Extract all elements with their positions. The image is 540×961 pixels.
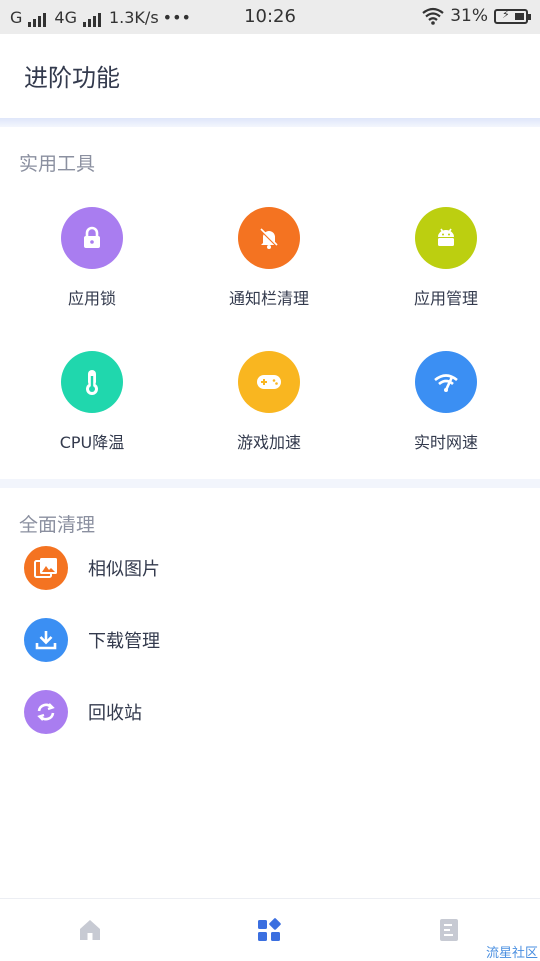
tool-notification-clean[interactable]: 通知栏清理 bbox=[189, 207, 349, 309]
status-bar: G 4G 1.3K/s ••• 10:26 31% ⚡ bbox=[0, 0, 540, 34]
section-title-tools: 实用工具 bbox=[19, 153, 96, 175]
tool-label: 通知栏清理 bbox=[228, 289, 309, 308]
section-title-clean: 全面清理 bbox=[19, 514, 96, 536]
section-divider bbox=[0, 479, 540, 488]
battery-percent: 31% bbox=[450, 6, 488, 26]
clean-item-label: 回收站 bbox=[88, 703, 142, 724]
status-right: 31% ⚡ bbox=[422, 6, 531, 26]
home-icon bbox=[80, 920, 100, 940]
document-icon bbox=[440, 919, 458, 941]
tool-label: 应用管理 bbox=[413, 289, 478, 308]
clean-item-recycle-bin[interactable]: 回收站 bbox=[24, 690, 142, 734]
thermometer-icon bbox=[61, 351, 123, 413]
clean-item-download-manage[interactable]: 下载管理 bbox=[24, 618, 160, 662]
watermark: 流星社区 bbox=[485, 946, 538, 961]
tool-label: 应用锁 bbox=[67, 289, 116, 308]
nav-home[interactable] bbox=[77, 917, 103, 943]
android-icon bbox=[415, 207, 477, 269]
clean-item-similar-images[interactable]: 相似图片 bbox=[24, 546, 160, 590]
tool-app-manage[interactable]: 应用管理 bbox=[366, 207, 526, 309]
clean-item-label: 相似图片 bbox=[88, 559, 160, 580]
wifi-speed-icon bbox=[415, 351, 477, 413]
page-title: 进阶功能 bbox=[24, 64, 120, 92]
tool-game-boost[interactable]: 游戏加速 bbox=[189, 351, 349, 453]
nav-document[interactable] bbox=[436, 917, 462, 943]
tool-realtime-speed[interactable]: 实时网速 bbox=[366, 351, 526, 453]
tool-label: CPU降温 bbox=[59, 433, 125, 452]
tools-grid: 应用锁 通知栏清理 应用管理 CPU降温 游戏加速 实时网速 bbox=[0, 179, 540, 479]
images-icon bbox=[24, 546, 68, 590]
gamepad-icon bbox=[238, 351, 300, 413]
grid-icon bbox=[258, 918, 281, 941]
tool-label: 实时网速 bbox=[413, 433, 478, 452]
header-divider bbox=[0, 118, 540, 127]
download-icon bbox=[24, 618, 68, 662]
recycle-icon bbox=[24, 690, 68, 734]
tool-app-lock[interactable]: 应用锁 bbox=[12, 207, 172, 309]
bell-off-icon bbox=[238, 207, 300, 269]
tool-cpu-cool[interactable]: CPU降温 bbox=[12, 351, 172, 453]
bottom-nav: 流星社区 bbox=[0, 898, 540, 961]
nav-tools[interactable] bbox=[256, 917, 282, 943]
wifi-icon bbox=[422, 7, 444, 25]
lock-icon bbox=[61, 207, 123, 269]
tool-label: 游戏加速 bbox=[236, 433, 301, 452]
app-header: 进阶功能 bbox=[0, 34, 540, 118]
clean-item-label: 下载管理 bbox=[88, 631, 160, 652]
battery-icon: ⚡ bbox=[494, 8, 531, 24]
